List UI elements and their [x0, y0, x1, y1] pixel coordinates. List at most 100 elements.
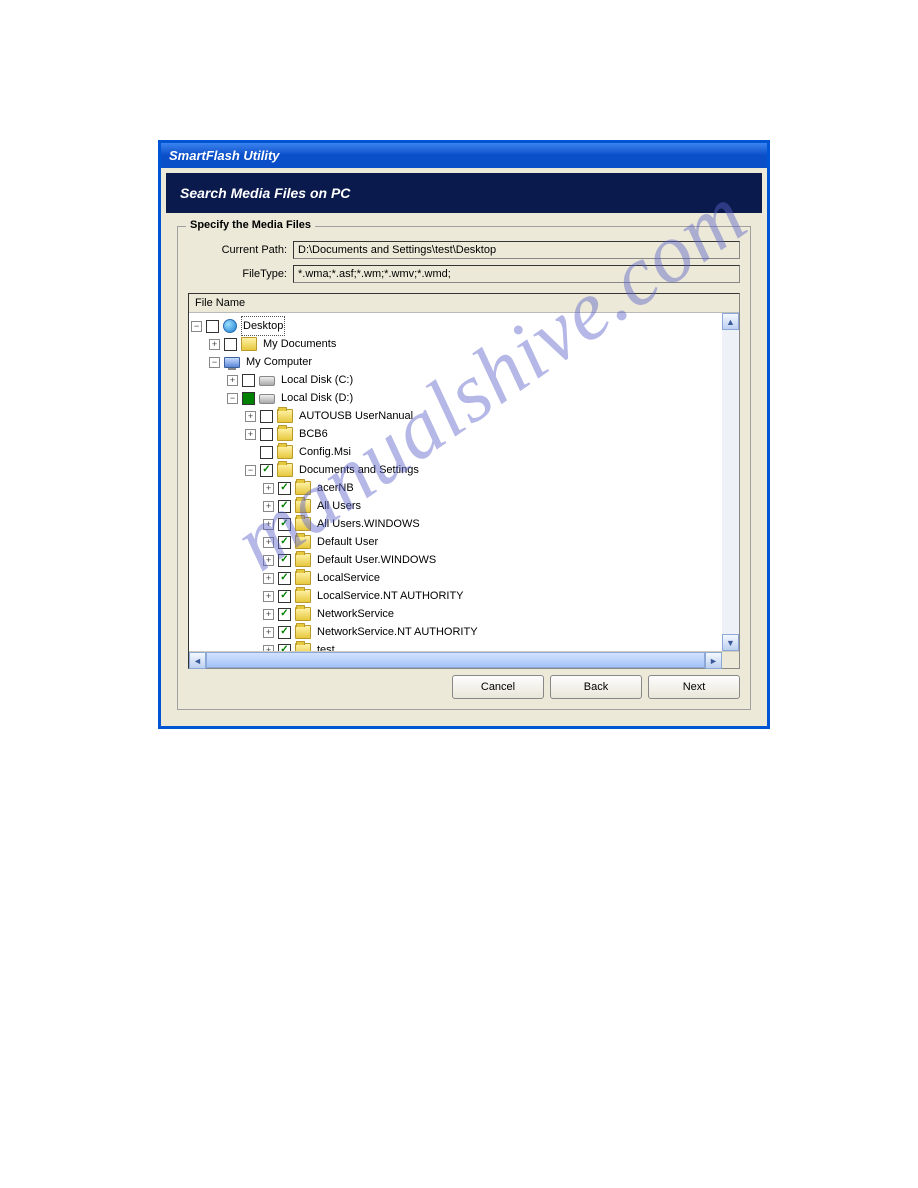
file-tree[interactable]: − Desktop + My Documents	[189, 313, 739, 651]
horizontal-scrollbar[interactable]: ◄ ►	[189, 651, 739, 668]
checkbox[interactable]	[242, 374, 255, 387]
file-tree-container: File Name − Desktop +	[188, 293, 740, 669]
expand-icon[interactable]: +	[227, 375, 238, 386]
tree-node-localservice-nt[interactable]: + LocalService.NT AUTHORITY	[191, 587, 737, 605]
checkbox-checked[interactable]	[278, 608, 291, 621]
checkbox-checked[interactable]	[278, 518, 291, 531]
tree-label: NetworkService.NT AUTHORITY	[315, 622, 480, 642]
expand-icon[interactable]: +	[245, 411, 256, 422]
checkbox-checked[interactable]	[278, 500, 291, 513]
groupbox-title: Specify the Media Files	[186, 219, 315, 231]
cancel-button[interactable]: Cancel	[452, 675, 544, 699]
tree-node-mydocs[interactable]: + My Documents	[191, 335, 737, 353]
tree-label: Default User.WINDOWS	[315, 550, 438, 570]
tree-node-defaultuser[interactable]: + Default User	[191, 533, 737, 551]
expand-icon[interactable]: +	[245, 429, 256, 440]
expand-icon[interactable]: +	[263, 573, 274, 584]
current-path-row: Current Path:	[188, 241, 740, 259]
tree-label: LocalService.NT AUTHORITY	[315, 586, 466, 606]
checkbox-checked[interactable]	[278, 554, 291, 567]
scroll-track[interactable]	[722, 330, 739, 634]
expand-icon[interactable]: +	[263, 609, 274, 620]
tree-node-bcb6[interactable]: + BCB6	[191, 425, 737, 443]
checkbox[interactable]	[260, 410, 273, 423]
folder-icon	[277, 445, 293, 459]
tree-node-disk-d[interactable]: − Local Disk (D:)	[191, 389, 737, 407]
folder-icon	[277, 427, 293, 441]
tree-node-docs-settings[interactable]: − Documents and Settings	[191, 461, 737, 479]
tree-label: NetworkService	[315, 604, 396, 624]
collapse-icon[interactable]: −	[191, 321, 202, 332]
tree-node-autousb[interactable]: + AUTOUSB UserNanual	[191, 407, 737, 425]
checkbox[interactable]	[206, 320, 219, 333]
desktop-icon	[223, 319, 237, 333]
scroll-right-icon[interactable]: ►	[705, 652, 722, 669]
tree-node-networkservice-nt[interactable]: + NetworkService.NT AUTHORITY	[191, 623, 737, 641]
tree-node-test[interactable]: + test	[191, 641, 737, 651]
folder-icon	[295, 607, 311, 621]
checkbox-checked[interactable]	[278, 644, 291, 652]
folder-icon	[295, 625, 311, 639]
scroll-track[interactable]	[206, 652, 705, 668]
disk-icon	[259, 394, 275, 404]
tree-label: All Users.WINDOWS	[315, 514, 422, 534]
tree-node-disk-c[interactable]: + Local Disk (C:)	[191, 371, 737, 389]
checkbox[interactable]	[260, 446, 273, 459]
tree-label: All Users	[315, 496, 363, 516]
expand-icon[interactable]: +	[263, 591, 274, 602]
folder-icon	[295, 643, 311, 651]
tree-node-networkservice[interactable]: + NetworkService	[191, 605, 737, 623]
tree-node-acernb[interactable]: + acerNB	[191, 479, 737, 497]
expand-icon[interactable]: +	[263, 555, 274, 566]
checkbox[interactable]	[224, 338, 237, 351]
tree-node-localservice[interactable]: + LocalService	[191, 569, 737, 587]
folder-icon	[295, 535, 311, 549]
tree-node-mycomputer[interactable]: − My Computer	[191, 353, 737, 371]
checkbox-checked[interactable]	[278, 482, 291, 495]
filetype-label: FileType:	[188, 268, 293, 280]
filetype-row: FileType:	[188, 265, 740, 283]
scroll-up-icon[interactable]: ▲	[722, 313, 739, 330]
checkbox[interactable]	[260, 428, 273, 441]
tree-label: Documents and Settings	[297, 460, 421, 480]
tree-node-configmsi[interactable]: Config.Msi	[191, 443, 737, 461]
scroll-down-icon[interactable]: ▼	[722, 634, 739, 651]
documents-icon	[241, 337, 257, 351]
back-button[interactable]: Back	[550, 675, 642, 699]
checkbox-checked[interactable]	[278, 536, 291, 549]
tree-node-defaultuser-win[interactable]: + Default User.WINDOWS	[191, 551, 737, 569]
scroll-left-icon[interactable]: ◄	[189, 652, 206, 669]
expand-icon[interactable]: +	[263, 501, 274, 512]
collapse-icon[interactable]: −	[209, 357, 220, 368]
tree-label: LocalService	[315, 568, 382, 588]
tree-header: File Name	[189, 294, 739, 313]
tree-node-desktop[interactable]: − Desktop	[191, 317, 737, 335]
checkbox-checked[interactable]	[278, 572, 291, 585]
tree-node-allusers[interactable]: + All Users	[191, 497, 737, 515]
checkbox-partial[interactable]	[242, 392, 255, 405]
expand-icon[interactable]: +	[263, 645, 274, 652]
checkbox-checked[interactable]	[278, 590, 291, 603]
checkbox-checked[interactable]	[278, 626, 291, 639]
expand-icon[interactable]: +	[263, 519, 274, 530]
tree-node-allusers-win[interactable]: + All Users.WINDOWS	[191, 515, 737, 533]
current-path-input[interactable]	[293, 241, 740, 259]
expand-icon[interactable]: +	[209, 339, 220, 350]
disk-icon	[259, 376, 275, 386]
tree-label: acerNB	[315, 478, 356, 498]
vertical-scrollbar[interactable]: ▲ ▼	[722, 313, 739, 651]
collapse-icon[interactable]: −	[245, 465, 256, 476]
button-row: Cancel Back Next	[188, 675, 740, 699]
page-banner: Search Media Files on PC	[166, 173, 762, 213]
next-button[interactable]: Next	[648, 675, 740, 699]
current-path-label: Current Path:	[188, 244, 293, 256]
window-titlebar: SmartFlash Utility	[161, 143, 767, 168]
collapse-icon[interactable]: −	[227, 393, 238, 404]
checkbox-checked[interactable]	[260, 464, 273, 477]
expand-icon[interactable]: +	[263, 537, 274, 548]
expand-icon[interactable]: +	[263, 483, 274, 494]
expand-icon[interactable]: +	[263, 627, 274, 638]
tree-body: − Desktop + My Documents	[189, 313, 739, 651]
filetype-input[interactable]	[293, 265, 740, 283]
tree-label: Desktop	[241, 316, 285, 336]
